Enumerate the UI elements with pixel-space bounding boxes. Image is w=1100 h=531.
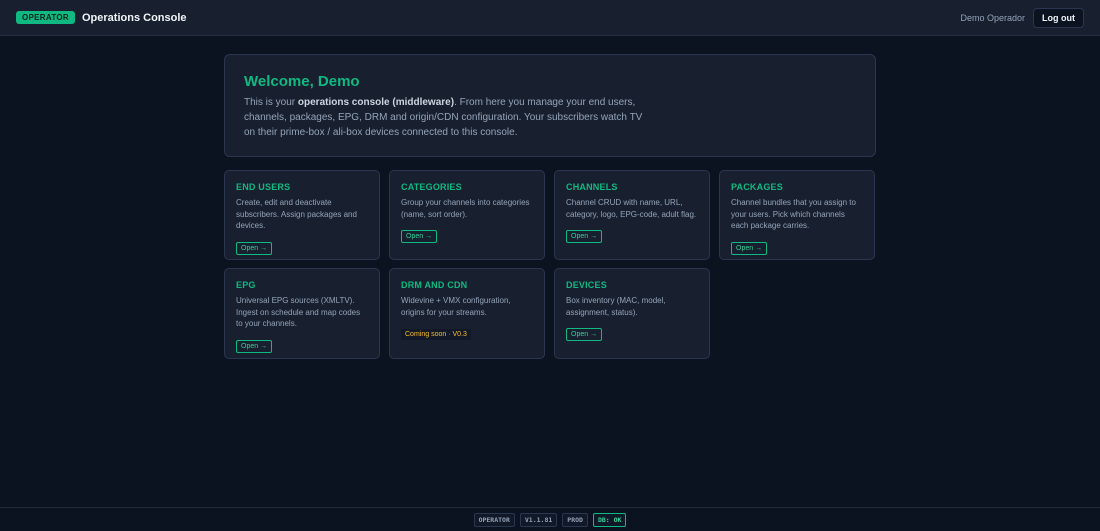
card-devices: Devices Box inventory (MAC, model, assig… xyxy=(554,268,710,359)
card-categories: Categories Group your channels into cate… xyxy=(389,170,545,260)
user-name: Demo Operador xyxy=(960,12,1025,23)
welcome-panel: Welcome, Demo This is your operations co… xyxy=(224,54,876,157)
open-channels-button[interactable]: Open → xyxy=(566,230,603,243)
card-description: Universal EPG sources (XMLTV). Ingest on… xyxy=(236,296,361,328)
open-categories-button[interactable]: Open → xyxy=(401,230,438,243)
version-badge: V1.1.81 xyxy=(519,512,558,527)
card-packages: Packages Channel bundles that you assign… xyxy=(719,170,875,260)
db-status-badge: DB: OK xyxy=(592,512,627,527)
card-title: DRM and CDN xyxy=(401,280,468,290)
card-description: Group your channels into categories (nam… xyxy=(401,198,530,219)
card-epg: EPG Universal EPG sources (XMLTV). Inges… xyxy=(224,268,380,359)
open-end-users-button[interactable]: Open → xyxy=(236,241,273,255)
environment-badge: PROD xyxy=(562,512,588,527)
top-bar: OPERATOR Operations Console Demo Operado… xyxy=(0,0,1100,36)
card-drm-cdn: DRM and CDN Widevine + VMX configuration… xyxy=(389,268,545,359)
footer-role-badge: OPERATOR xyxy=(473,512,515,527)
card-title: Channels xyxy=(566,182,618,192)
open-packages-button[interactable]: Open → xyxy=(731,241,768,255)
status-footer: OPERATOR V1.1.81 PROD DB: OK xyxy=(0,507,1100,531)
card-title: EPG xyxy=(236,280,256,290)
open-devices-button[interactable]: Open → xyxy=(566,328,603,341)
welcome-heading: Welcome, Demo xyxy=(244,73,360,90)
card-description: Channel bundles that you assign to your … xyxy=(731,198,856,230)
app-title: Operations Console xyxy=(82,11,187,24)
card-description: Channel CRUD with name, URL, category, l… xyxy=(566,198,697,219)
coming-soon-badge: Coming soon · V0.3 xyxy=(401,329,471,340)
card-title: Devices xyxy=(566,280,607,290)
card-title: End users xyxy=(236,182,291,192)
card-title: Packages xyxy=(731,182,783,192)
card-title: Categories xyxy=(401,182,462,192)
logout-button[interactable]: Log out xyxy=(1033,7,1084,28)
card-description: Box inventory (MAC, model, assignment, s… xyxy=(566,296,666,317)
card-channels: Channels Channel CRUD with name, URL, ca… xyxy=(554,170,710,260)
card-description: Create, edit and deactivate subscribers.… xyxy=(236,198,357,230)
card-end-users: End users Create, edit and deactivate su… xyxy=(224,170,380,260)
welcome-text: This is your operations console (middlew… xyxy=(244,97,643,138)
role-badge: OPERATOR xyxy=(16,11,75,24)
card-description: Widevine + VMX configuration, origins fo… xyxy=(401,296,511,317)
open-epg-button[interactable]: Open → xyxy=(236,339,273,353)
